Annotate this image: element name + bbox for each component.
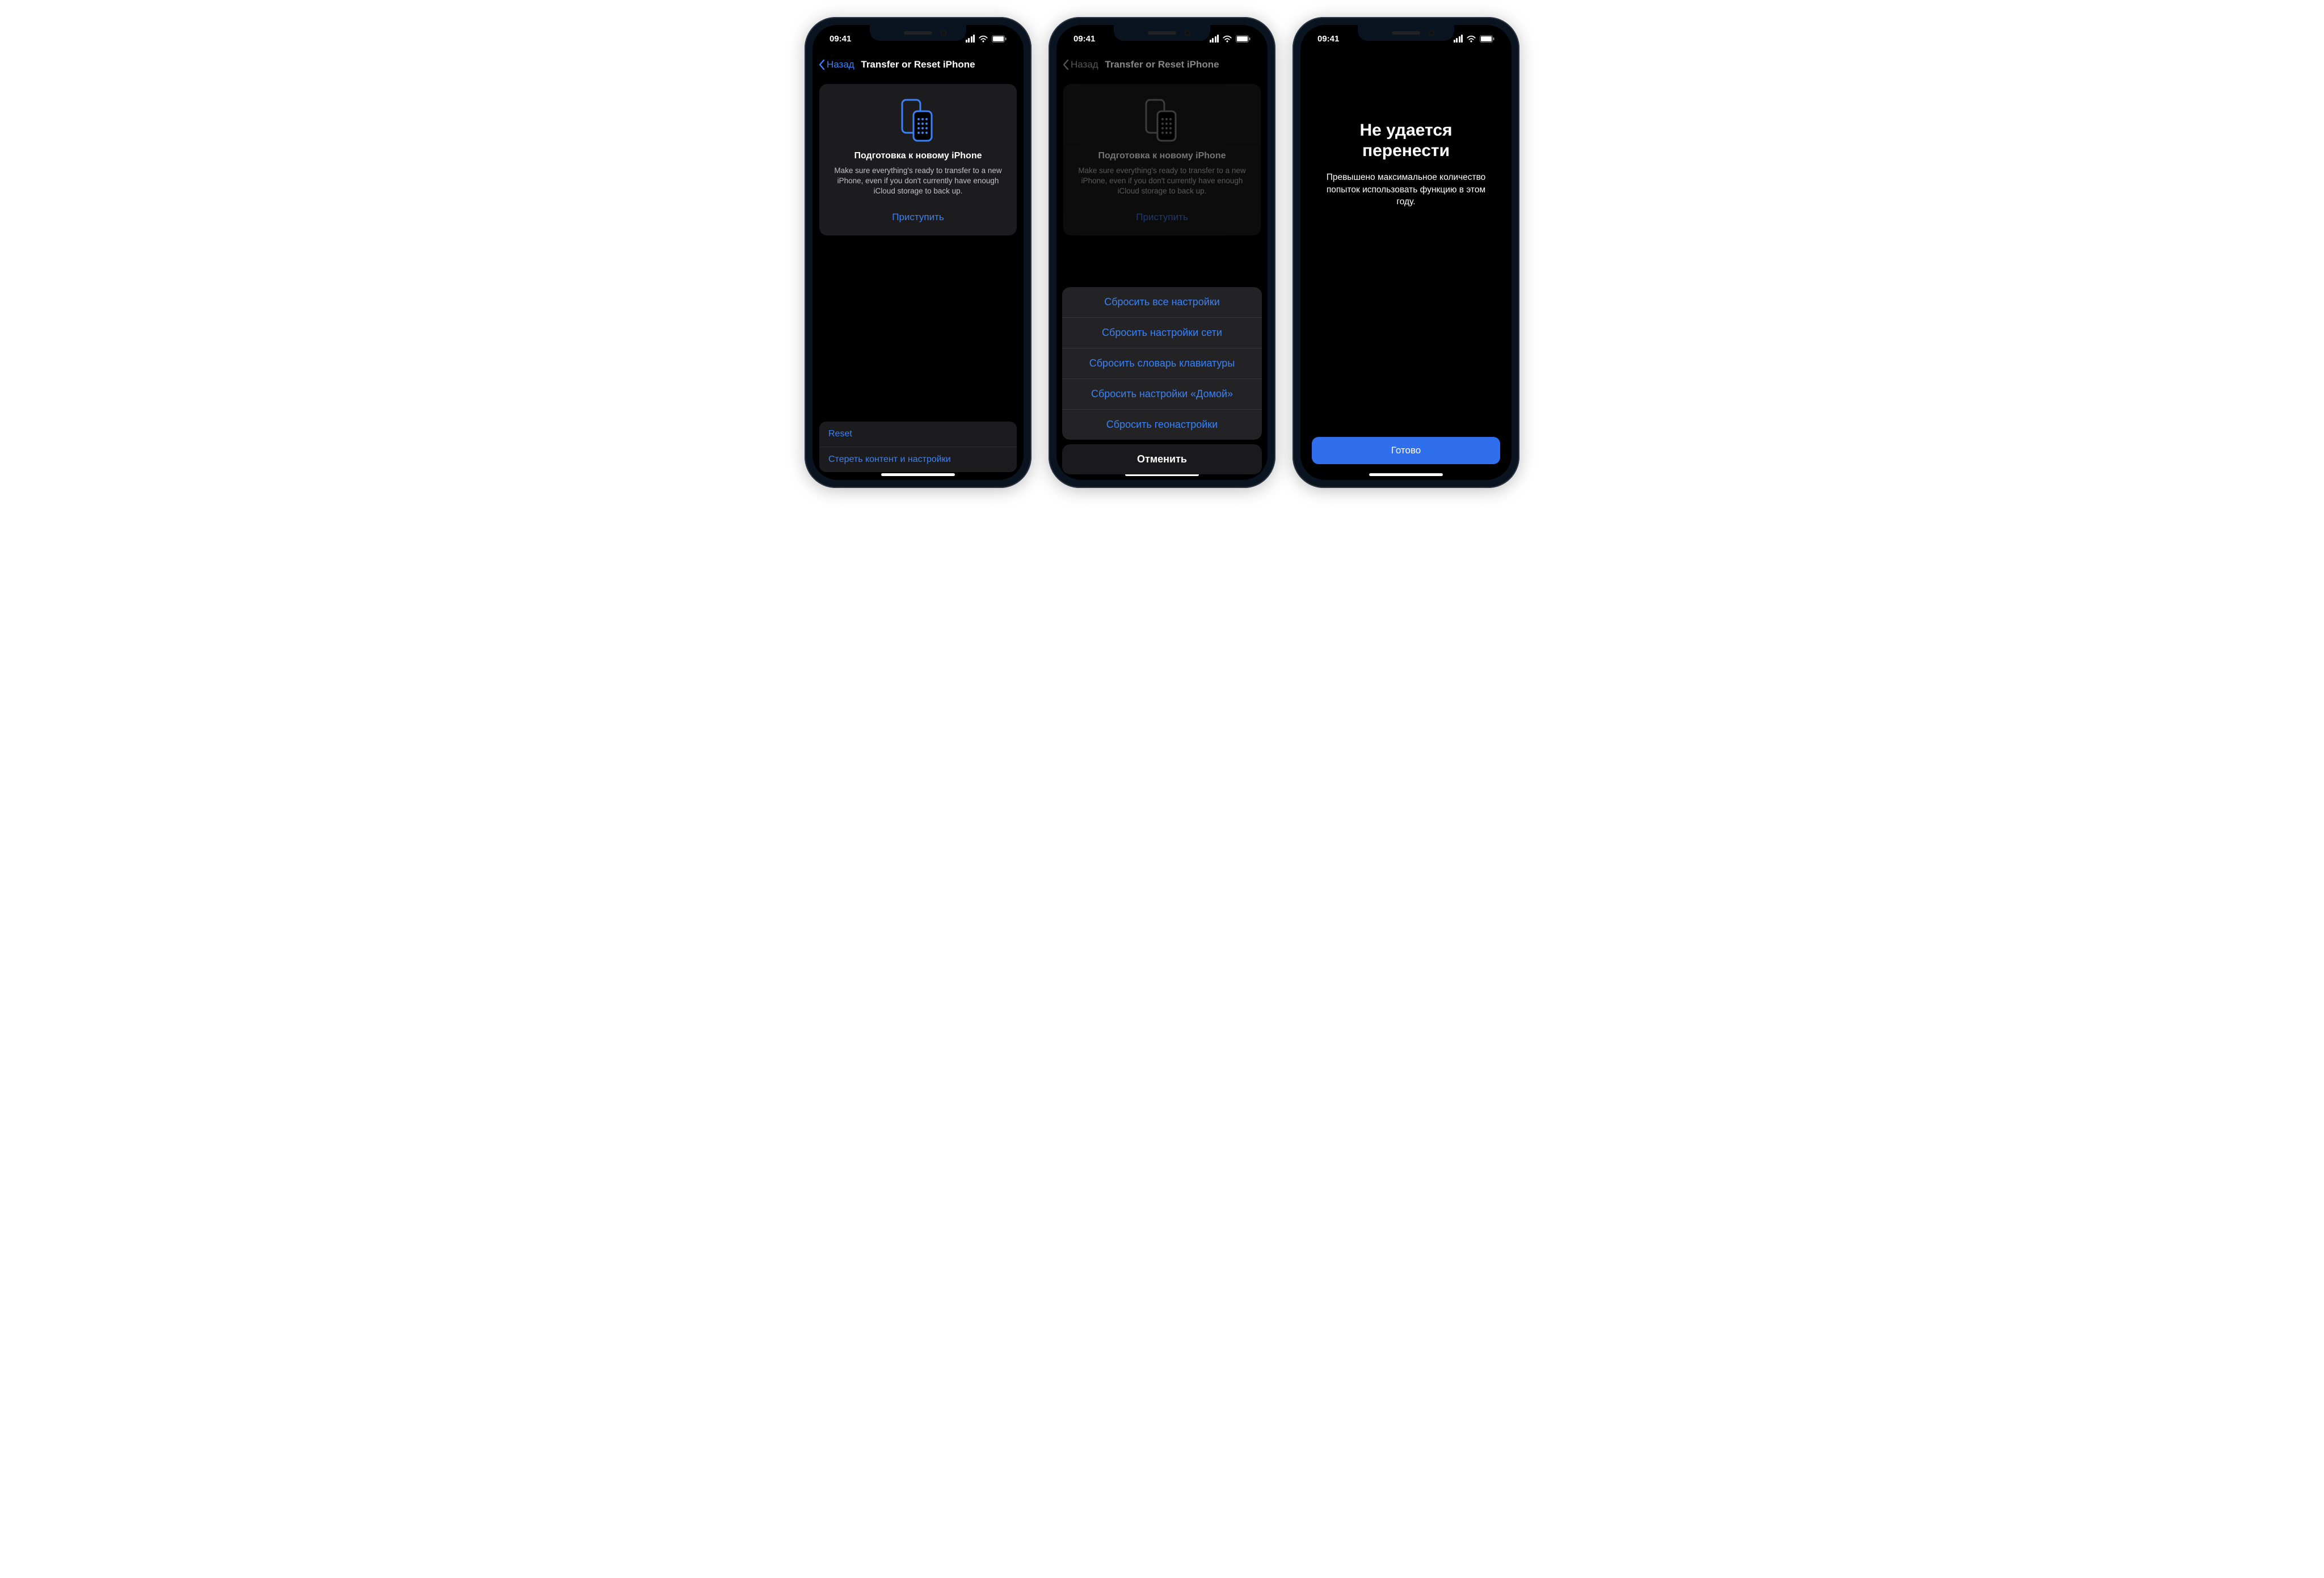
back-label: Назад bbox=[827, 59, 854, 70]
battery-icon bbox=[1480, 35, 1494, 43]
home-indicator[interactable] bbox=[1369, 473, 1443, 476]
screen-2: 09:41 Назад Transfer or Reset iPhone bbox=[1056, 25, 1268, 480]
prepare-card: Подготовка к новому iPhone Make sure eve… bbox=[1063, 84, 1261, 235]
chevron-left-icon bbox=[1062, 59, 1069, 70]
done-button[interactable]: Готово bbox=[1312, 437, 1500, 464]
battery-icon bbox=[992, 35, 1007, 43]
status-time: 09:41 bbox=[1317, 34, 1339, 44]
prepare-body: Make sure everything's ready to transfer… bbox=[830, 166, 1007, 197]
get-started-button[interactable]: Приступить bbox=[830, 207, 1007, 228]
reset-network-settings-option[interactable]: Сбросить настройки сети bbox=[1062, 318, 1262, 348]
reset-row[interactable]: Reset bbox=[819, 422, 1017, 447]
home-indicator[interactable] bbox=[881, 473, 955, 476]
reset-all-settings-option[interactable]: Сбросить все настройки bbox=[1062, 287, 1262, 318]
status-time: 09:41 bbox=[830, 34, 851, 44]
status-indicators bbox=[966, 35, 1007, 43]
status-indicators bbox=[1454, 35, 1495, 43]
erase-row[interactable]: Стереть контент и настройки bbox=[819, 447, 1017, 472]
screen-3: 09:41 Не удается перенести Превышено мак… bbox=[1300, 25, 1512, 480]
front-camera bbox=[941, 30, 946, 36]
front-camera bbox=[1429, 30, 1434, 36]
action-sheet-options: Сбросить все настройки Сбросить настройк… bbox=[1062, 287, 1262, 440]
transfer-devices-icon bbox=[830, 99, 1007, 143]
prepare-card: Подготовка к новому iPhone Make sure eve… bbox=[819, 84, 1017, 235]
reset-home-layout-option[interactable]: Сбросить настройки «Домой» bbox=[1062, 379, 1262, 410]
prepare-heading: Подготовка к новому iPhone bbox=[830, 151, 1007, 161]
back-button[interactable]: Назад bbox=[818, 59, 854, 70]
nav-bar: Назад Transfer or Reset iPhone bbox=[1056, 52, 1268, 77]
wifi-icon bbox=[1222, 35, 1232, 43]
phone-frame-2: 09:41 Назад Transfer or Reset iPhone bbox=[1049, 17, 1275, 488]
battery-icon bbox=[1236, 35, 1251, 43]
phone-frame-3: 09:41 Не удается перенести Превышено мак… bbox=[1292, 17, 1519, 488]
transfer-error-screen: Не удается перенести Превышено максималь… bbox=[1300, 52, 1512, 480]
notch bbox=[870, 25, 966, 41]
content-area: Подготовка к новому iPhone Make sure eve… bbox=[1056, 77, 1268, 480]
error-title: Не удается перенести bbox=[1316, 120, 1496, 161]
action-sheet-cancel-button[interactable]: Отменить bbox=[1062, 444, 1262, 474]
back-label: Назад bbox=[1071, 59, 1098, 70]
content-area: Подготовка к новому iPhone Make sure eve… bbox=[812, 77, 1024, 480]
get-started-button: Приступить bbox=[1073, 207, 1251, 228]
transfer-devices-icon bbox=[1073, 99, 1251, 143]
speaker-slot bbox=[1392, 31, 1420, 35]
speaker-slot bbox=[1148, 31, 1176, 35]
reset-keyboard-dict-option[interactable]: Сбросить словарь клавиатуры bbox=[1062, 348, 1262, 379]
bottom-options-list: Reset Стереть контент и настройки bbox=[819, 422, 1017, 472]
cellular-signal-icon bbox=[1454, 35, 1463, 43]
back-button: Назад bbox=[1062, 59, 1098, 70]
front-camera bbox=[1185, 30, 1190, 36]
screen-1: 09:41 Назад Transfer or Reset iPhone bbox=[812, 25, 1024, 480]
phone-frame-1: 09:41 Назад Transfer or Reset iPhone bbox=[805, 17, 1032, 488]
speaker-slot bbox=[904, 31, 932, 35]
chevron-left-icon bbox=[818, 59, 825, 70]
wifi-icon bbox=[978, 35, 988, 43]
status-indicators bbox=[1210, 35, 1251, 43]
cellular-signal-icon bbox=[1210, 35, 1219, 43]
reset-action-sheet: Сбросить все настройки Сбросить настройк… bbox=[1062, 287, 1262, 474]
error-body: Превышено максимальное количество попыто… bbox=[1316, 171, 1496, 208]
reset-location-privacy-option[interactable]: Сбросить геонастройки bbox=[1062, 410, 1262, 440]
status-time: 09:41 bbox=[1073, 34, 1095, 44]
prepare-heading: Подготовка к новому iPhone bbox=[1073, 151, 1251, 161]
notch bbox=[1358, 25, 1454, 41]
prepare-body: Make sure everything's ready to transfer… bbox=[1073, 166, 1251, 197]
cellular-signal-icon bbox=[966, 35, 975, 43]
nav-bar: Назад Transfer or Reset iPhone bbox=[812, 52, 1024, 77]
notch bbox=[1114, 25, 1210, 41]
wifi-icon bbox=[1466, 35, 1476, 43]
